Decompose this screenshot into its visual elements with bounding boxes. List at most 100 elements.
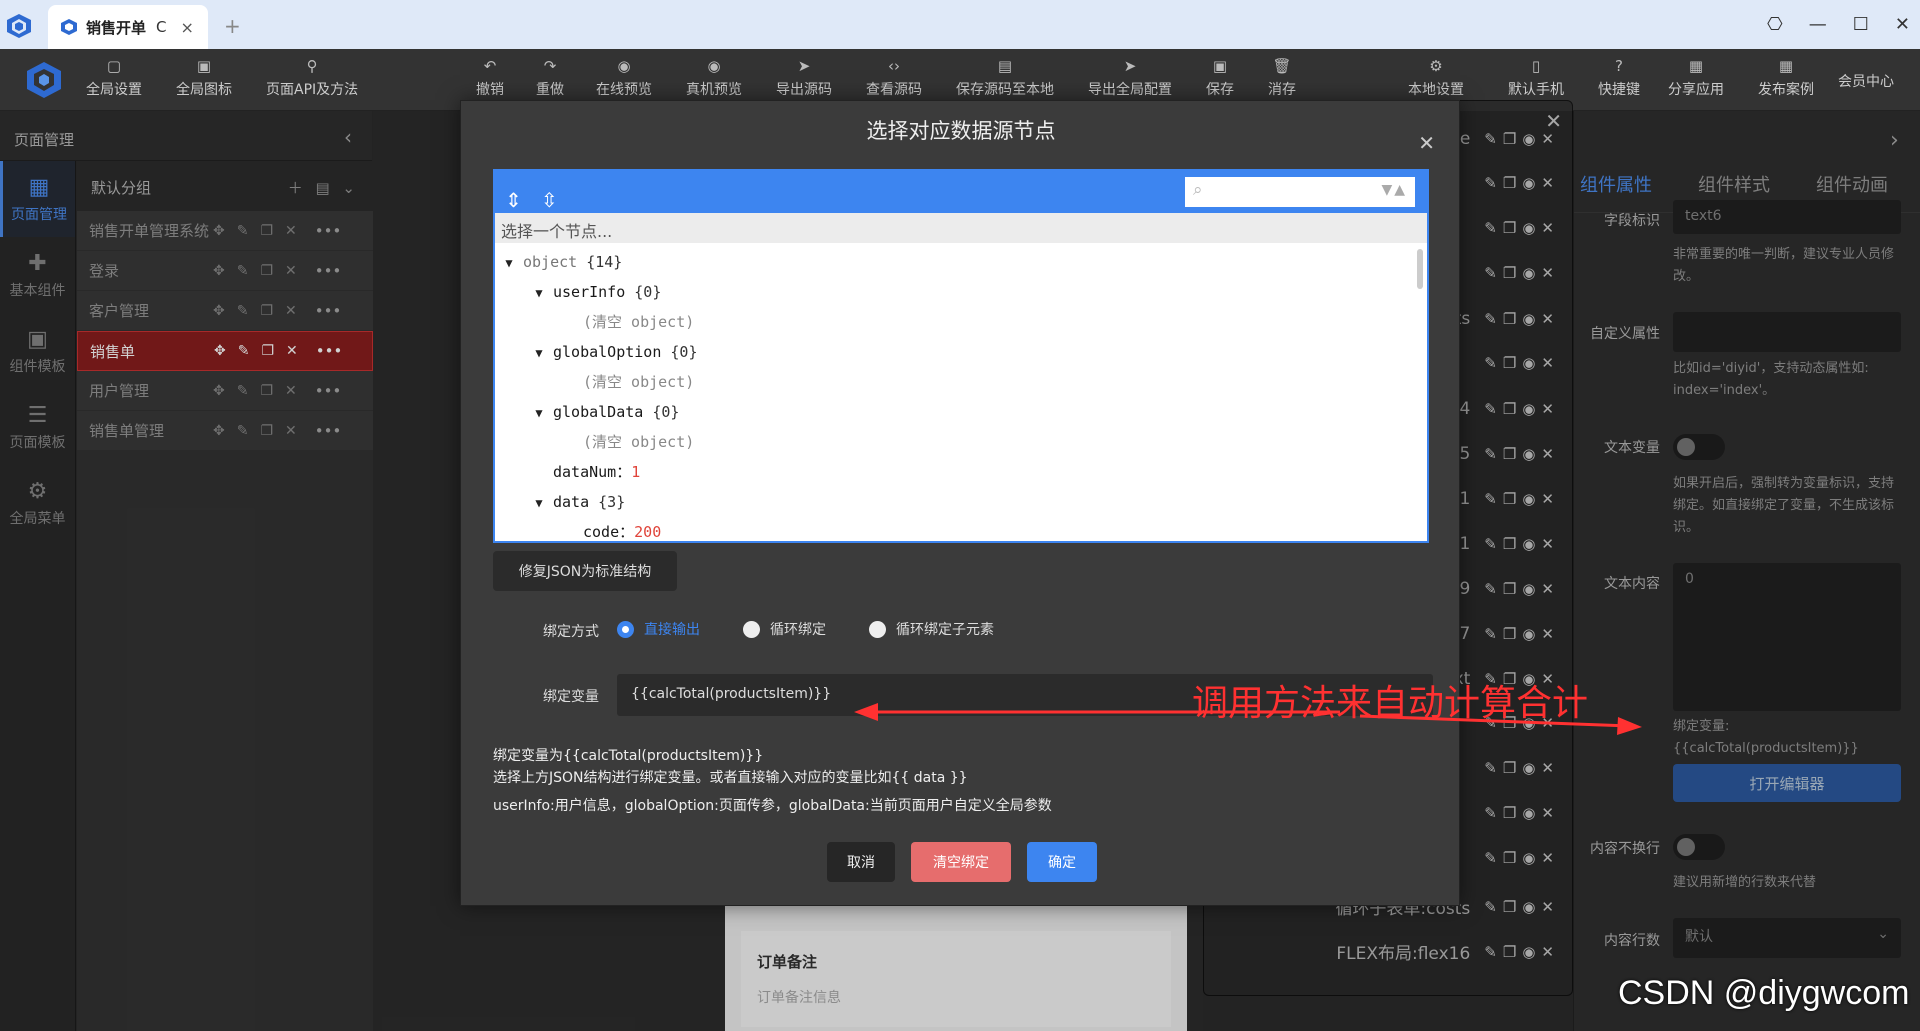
- export-source-label: 导出源码: [776, 82, 832, 98]
- browser-tab[interactable]: 销售开单 C ×: [48, 5, 208, 49]
- default-phone-icon: ▯: [1531, 57, 1541, 75]
- radio-direct-output[interactable]: 直接输出: [617, 619, 700, 639]
- json-scrollbar[interactable]: [1417, 249, 1423, 289]
- confirm-button[interactable]: 确定: [1027, 842, 1097, 882]
- cancel-button[interactable]: 取消: [827, 842, 895, 882]
- json-node-key: code: [583, 523, 620, 539]
- export-source-button[interactable]: ➤ 导出源码: [776, 57, 832, 99]
- json-node[interactable]: (清空 object): [495, 427, 1427, 457]
- online-preview-button[interactable]: ◉ 在线预览: [596, 57, 652, 99]
- undo-icon: ↶: [483, 57, 497, 75]
- default-phone-label: 默认手机: [1508, 82, 1564, 98]
- radio-loop-bind[interactable]: 循环绑定: [743, 619, 826, 639]
- json-node-key: (清空 object): [583, 373, 695, 391]
- global-settings-icon: ▢: [106, 57, 122, 75]
- local-settings-button[interactable]: ⚙ 本地设置: [1408, 57, 1464, 99]
- local-settings-icon: ⚙: [1429, 57, 1443, 75]
- json-node-key: (清空 object): [583, 313, 695, 331]
- caret-down-icon[interactable]: ▼: [525, 278, 553, 308]
- global-settings-label: 全局设置: [86, 82, 142, 98]
- save-icon: ▣: [1212, 57, 1228, 75]
- json-node-key: object: [523, 253, 578, 271]
- page-api-icon: ⚲: [306, 57, 318, 75]
- json-node[interactable]: code：200: [495, 517, 1427, 539]
- view-source-icon: ‹›: [888, 57, 900, 75]
- share-app-label: 分享应用: [1668, 82, 1724, 98]
- json-node-value: 200: [634, 523, 662, 539]
- json-node[interactable]: ▼ object {14}: [495, 247, 1427, 277]
- export-global-config-button[interactable]: ➤ 导出全局配置: [1088, 57, 1172, 99]
- device-preview-button[interactable]: ◉ 真机预览: [686, 57, 742, 99]
- local-settings-label: 本地设置: [1408, 82, 1464, 98]
- brand-logo-icon: [27, 62, 61, 98]
- save-source-local-label: 保存源码至本地: [956, 82, 1054, 98]
- share-app-button[interactable]: ▦ 分享应用: [1668, 57, 1724, 99]
- expand-all-icon[interactable]: ⇕: [505, 180, 522, 220]
- fix-json-button[interactable]: 修复JSON为标准结构: [493, 551, 677, 591]
- undo-button[interactable]: ↶ 撤销: [476, 57, 504, 99]
- json-tree: ▼ object {14} ▼ userInfo {0} (清空 object) ▼ glo…: [495, 243, 1427, 539]
- modal-title: 选择对应数据源节点: [866, 119, 1056, 143]
- global-icons-icon: ▣: [196, 57, 212, 75]
- page-api-button[interactable]: ⚲ 页面API及方法: [266, 57, 358, 99]
- json-node-key: globalOption: [553, 343, 662, 361]
- clear-icon: 🗑: [1272, 57, 1292, 75]
- redo-button[interactable]: ↷ 重做: [536, 57, 564, 99]
- global-settings-button[interactable]: ▢ 全局设置: [86, 57, 142, 99]
- collapse-all-icon[interactable]: ⇳: [541, 180, 558, 220]
- search-nav-icon[interactable]: ▼▲: [1381, 182, 1407, 198]
- default-phone-button[interactable]: ▯ 默认手机: [1508, 57, 1564, 99]
- member-center-button[interactable]: 会员中心: [1838, 71, 1894, 91]
- undo-label: 撤销: [476, 82, 504, 98]
- clear-binding-button[interactable]: 清空绑定: [911, 842, 1011, 882]
- json-node[interactable]: (清空 object): [495, 307, 1427, 337]
- json-node[interactable]: ▼ globalData {0}: [495, 397, 1427, 427]
- save-source-local-icon: ▤: [997, 57, 1013, 75]
- new-tab-button[interactable]: +: [224, 14, 241, 38]
- bind-mode-label: 绑定方式: [543, 624, 599, 640]
- json-node[interactable]: dataNum：1: [495, 457, 1427, 487]
- caret-down-icon[interactable]: ▼: [525, 338, 553, 368]
- clear-button[interactable]: 🗑 消存: [1268, 57, 1296, 99]
- json-path-bar[interactable]: 选择一个节点...: [495, 213, 1427, 243]
- json-node-count: {14}: [586, 253, 623, 271]
- radio-loop-child[interactable]: 循环绑定子元素: [869, 619, 994, 639]
- caret-down-icon[interactable]: ▼: [525, 398, 553, 428]
- json-search[interactable]: ⌕ ▼▲: [1185, 177, 1415, 207]
- json-node[interactable]: (清空 object): [495, 367, 1427, 397]
- watermark: CSDN @diygwcom: [1618, 974, 1910, 1012]
- json-node-key: (清空 object): [583, 433, 695, 451]
- global-icons-label: 全局图标: [176, 82, 232, 98]
- json-node[interactable]: ▼ userInfo {0}: [495, 277, 1427, 307]
- redo-label: 重做: [536, 82, 564, 98]
- device-preview-label: 真机预览: [686, 82, 742, 98]
- info-hint: 选择上方JSON结构进行绑定变量。或者直接输入对应的变量比如{{ data }}: [493, 770, 968, 786]
- json-editor: ⇕ ⇳ ⌕ ▼▲ 选择一个节点... ▼ object {14} ▼ userInfo…: [493, 169, 1429, 543]
- close-tab-icon[interactable]: ×: [181, 18, 194, 37]
- member-center-label: 会员中心: [1838, 74, 1894, 90]
- redo-icon: ↷: [543, 57, 557, 75]
- tab-favicon-icon: [61, 19, 77, 35]
- reload-icon[interactable]: C: [156, 18, 166, 36]
- close-icon[interactable]: ✕: [1418, 131, 1435, 155]
- caret-down-icon[interactable]: ▼: [525, 488, 553, 518]
- caret-down-icon[interactable]: ▼: [495, 248, 523, 278]
- maximize-icon[interactable]: ☐: [1853, 14, 1869, 35]
- bind-var-label: 绑定变量: [543, 689, 599, 705]
- save-label: 保存: [1206, 82, 1234, 98]
- clear-label: 消存: [1268, 82, 1296, 98]
- json-node[interactable]: ▼ data {3}: [495, 487, 1427, 517]
- view-source-button[interactable]: ‹› 查看源码: [866, 57, 922, 99]
- json-node-key: userInfo: [553, 283, 626, 301]
- shortcuts-button[interactable]: ? 快捷键: [1598, 57, 1640, 99]
- tab-title: 销售开单: [86, 18, 147, 37]
- json-node-key: data: [553, 493, 590, 511]
- minimize-icon[interactable]: —: [1809, 14, 1827, 35]
- settings-icon[interactable]: ⎔: [1767, 14, 1783, 35]
- save-button[interactable]: ▣ 保存: [1206, 57, 1234, 99]
- publish-case-button[interactable]: ▦ 发布案例: [1758, 57, 1814, 99]
- close-window-icon[interactable]: ✕: [1895, 14, 1910, 35]
- json-node[interactable]: ▼ globalOption {0}: [495, 337, 1427, 367]
- global-icons-button[interactable]: ▣ 全局图标: [176, 57, 232, 99]
- save-source-local-button[interactable]: ▤ 保存源码至本地: [956, 57, 1054, 99]
